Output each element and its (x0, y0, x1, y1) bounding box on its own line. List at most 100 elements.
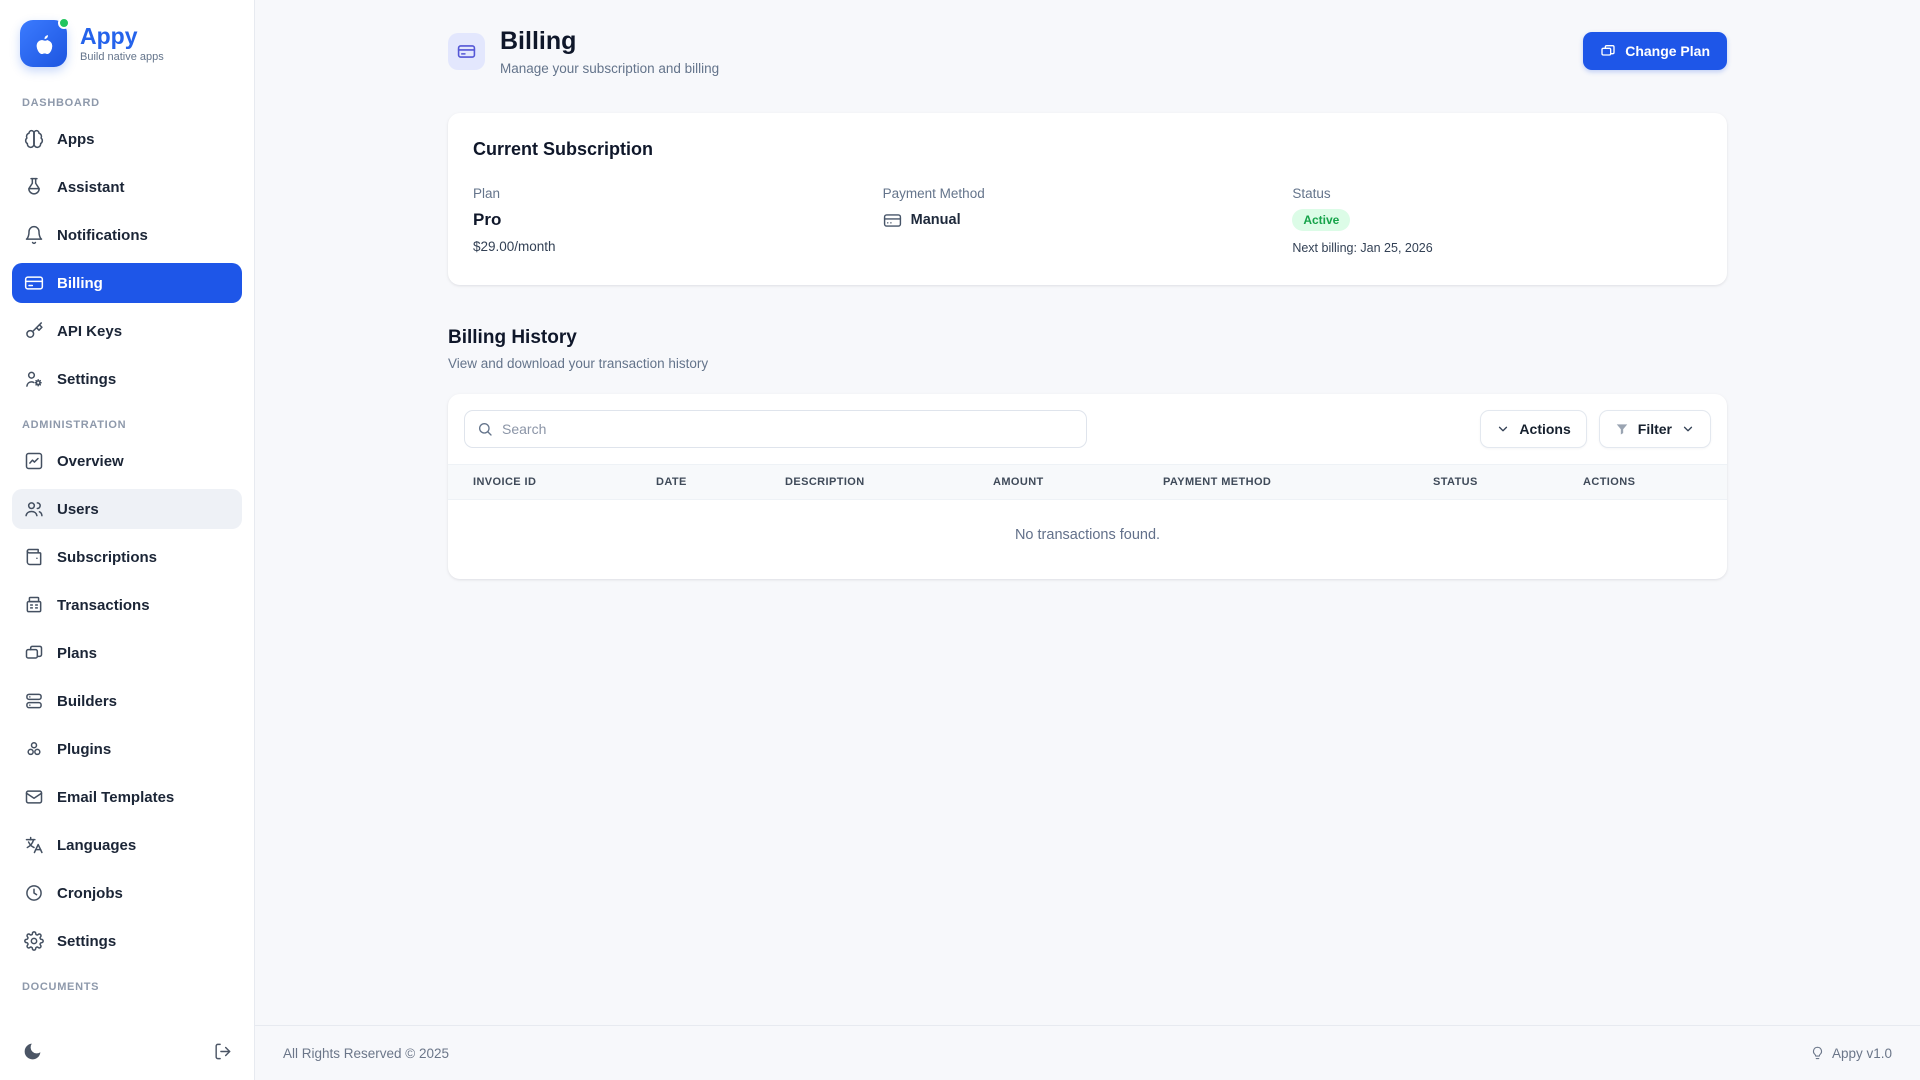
sidebar-item-label: Apps (57, 131, 95, 148)
sidebar-item-label: Plans (57, 645, 97, 662)
sidebar-item-apps[interactable]: Apps (12, 119, 242, 159)
status-column: Status Active Next billing: Jan 25, 2026 (1292, 186, 1702, 255)
sidebar-item-label: Subscriptions (57, 549, 157, 566)
sidebar-item-cronjobs[interactable]: Cronjobs (12, 873, 242, 913)
sidebar-item-settings[interactable]: Settings (12, 921, 242, 961)
apple-icon (30, 30, 57, 57)
brand-text: Appy Build native apps (80, 24, 164, 63)
sidebar-item-label: Overview (57, 453, 124, 470)
filter-label: Filter (1638, 421, 1672, 437)
mail-icon (24, 787, 44, 807)
column-header-amount: AMOUNT (993, 464, 1163, 499)
footer-version: Appy v1.0 (1832, 1046, 1892, 1061)
sidebar-nav: DASHBOARDAppsAssistantNotificationsBilli… (0, 73, 254, 1029)
chevron-down-icon (1681, 422, 1695, 436)
sidebar-item-label: API Keys (57, 323, 122, 340)
chevron-down-icon (1496, 422, 1510, 436)
sidebar-item-email-templates[interactable]: Email Templates (12, 777, 242, 817)
billing-page-icon-tile (448, 33, 485, 70)
filter-button[interactable]: Filter (1599, 410, 1711, 448)
sidebar-item-label: Transactions (57, 597, 150, 614)
user-gear-icon (24, 369, 44, 389)
sidebar: Appy Build native apps DASHBOARDAppsAssi… (0, 0, 255, 1080)
sidebar-item-label: Settings (57, 371, 116, 388)
table-header-row: INVOICE IDDATEDESCRIPTIONAMOUNTPAYMENT M… (448, 464, 1727, 499)
credit-card-icon (883, 211, 902, 230)
payment-method-value: Manual (911, 212, 961, 228)
column-header-actions: ACTIONS (1583, 464, 1727, 499)
billing-history-card: Actions Filter INVOICE IDDATEDESCRIPTION… (448, 394, 1727, 579)
sidebar-item-label: Builders (57, 693, 117, 710)
sidebar-item-label: Cronjobs (57, 885, 123, 902)
billing-history-title: Billing History (448, 327, 1727, 349)
users-icon (24, 499, 44, 519)
dark-mode-toggle[interactable] (22, 1041, 43, 1062)
sidebar-footer (0, 1029, 254, 1080)
change-plan-button[interactable]: Change Plan (1583, 32, 1727, 70)
plans-icon (1600, 43, 1616, 59)
column-header-description: DESCRIPTION (785, 464, 993, 499)
wallet-icon (24, 547, 44, 567)
sidebar-item-builders[interactable]: Builders (12, 681, 242, 721)
sidebar-item-assistant[interactable]: Assistant (12, 167, 242, 207)
actions-button[interactable]: Actions (1480, 410, 1586, 448)
change-plan-label: Change Plan (1625, 43, 1710, 59)
sidebar-item-api-keys[interactable]: API Keys (12, 311, 242, 351)
brain-icon (24, 129, 44, 149)
table-toolbar: Actions Filter (448, 394, 1727, 464)
plan-label: Plan (473, 186, 883, 201)
payment-method-column: Payment Method Manual (883, 186, 1293, 255)
status-badge: Active (1292, 209, 1350, 231)
moon-icon (22, 1041, 43, 1062)
sidebar-item-plans[interactable]: Plans (12, 633, 242, 673)
billing-history-subtitle: View and download your transaction histo… (448, 356, 1727, 371)
search-icon (477, 421, 493, 437)
key-icon (24, 321, 44, 341)
page-title: Billing (500, 27, 719, 56)
main-area: Billing Manage your subscription and bil… (255, 0, 1920, 1080)
brand-name: Appy (80, 24, 164, 49)
sidebar-item-label: Settings (57, 933, 116, 950)
clock-icon (24, 883, 44, 903)
sidebar-item-label: Users (57, 501, 99, 518)
logout-icon (213, 1042, 232, 1061)
flask-icon (24, 177, 44, 197)
sidebar-item-label: Notifications (57, 227, 148, 244)
sidebar-item-label: Plugins (57, 741, 111, 758)
chart-icon (24, 451, 44, 471)
main-content: Billing Manage your subscription and bil… (255, 0, 1920, 1025)
sidebar-item-label: Email Templates (57, 789, 174, 806)
sidebar-item-notifications[interactable]: Notifications (12, 215, 242, 255)
sidebar-item-label: Languages (57, 837, 136, 854)
column-header-payment-method: PAYMENT METHOD (1163, 464, 1433, 499)
register-icon (24, 595, 44, 615)
credit-card-icon (24, 273, 44, 293)
nav-section-label-administration: ADMINISTRATION (22, 419, 232, 431)
sidebar-item-plugins[interactable]: Plugins (12, 729, 242, 769)
logout-button[interactable] (213, 1042, 232, 1061)
nav-section-label-documents: DOCUMENTS (22, 981, 232, 993)
search-box[interactable] (464, 410, 1087, 448)
page-subtitle: Manage your subscription and billing (500, 61, 719, 76)
blocks-icon (24, 739, 44, 759)
stack-icon (24, 691, 44, 711)
plan-name: Pro (473, 210, 883, 230)
actions-label: Actions (1519, 421, 1570, 437)
sidebar-item-overview[interactable]: Overview (12, 441, 242, 481)
sidebar-item-subscriptions[interactable]: Subscriptions (12, 537, 242, 577)
sidebar-item-users[interactable]: Users (12, 489, 242, 529)
sidebar-item-settings[interactable]: Settings (12, 359, 242, 399)
plan-price: $29.00/month (473, 239, 883, 254)
sidebar-item-languages[interactable]: Languages (12, 825, 242, 865)
sidebar-item-label: Billing (57, 275, 103, 292)
sidebar-item-label: Assistant (57, 179, 125, 196)
online-status-dot (58, 17, 70, 29)
plan-column: Plan Pro $29.00/month (473, 186, 883, 255)
bell-icon (24, 225, 44, 245)
sidebar-item-transactions[interactable]: Transactions (12, 585, 242, 625)
column-header-status: STATUS (1433, 464, 1583, 499)
transactions-table: INVOICE IDDATEDESCRIPTIONAMOUNTPAYMENT M… (448, 464, 1727, 500)
search-input[interactable] (502, 421, 1074, 437)
sidebar-item-billing[interactable]: Billing (12, 263, 242, 303)
brand-block[interactable]: Appy Build native apps (0, 0, 254, 73)
